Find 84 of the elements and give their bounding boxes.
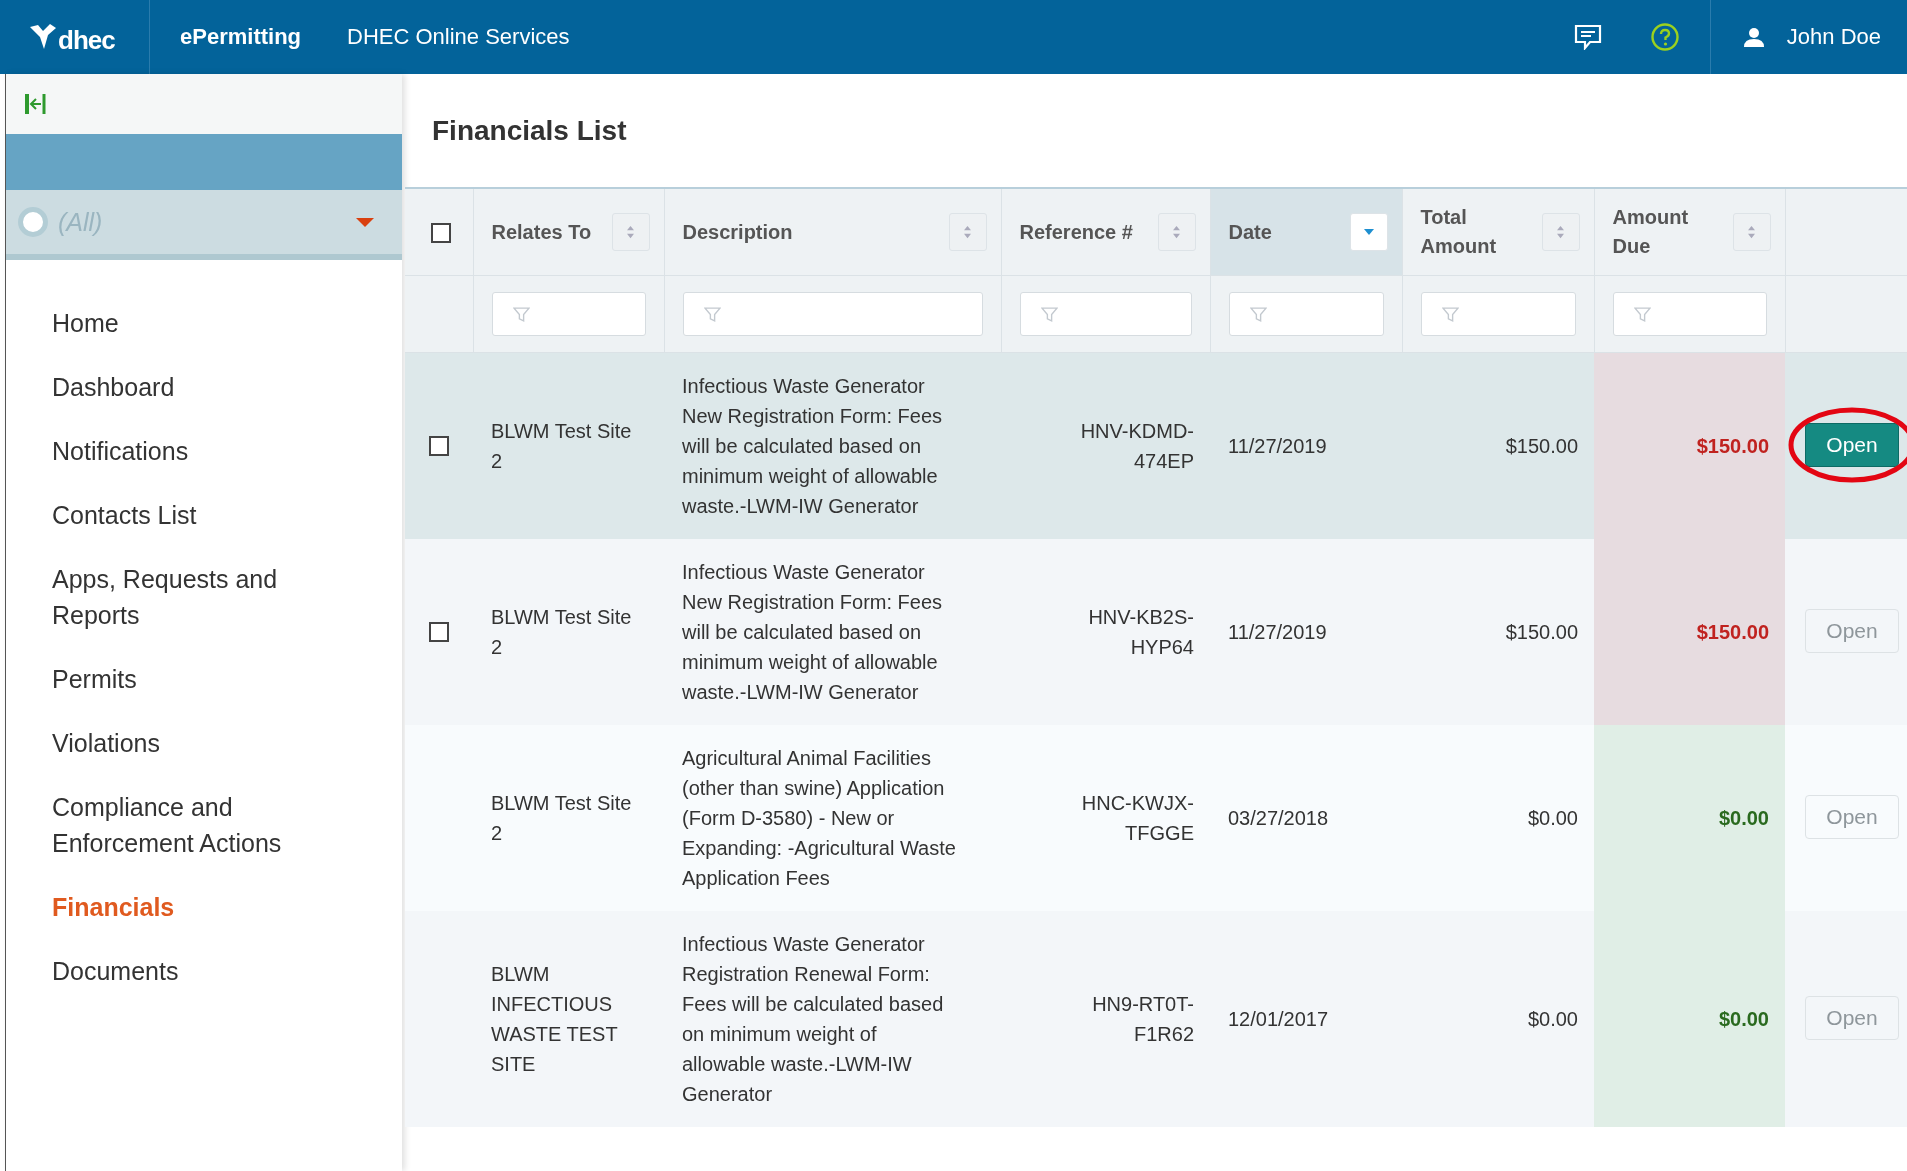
open-button[interactable]: Open [1805, 423, 1899, 467]
nav-item[interactable]: Financials [52, 878, 352, 942]
nav-item[interactable]: Compliance and Enforcement Actions [52, 778, 352, 878]
table-cell: 12/01/2017 [1210, 911, 1402, 1127]
app-name[interactable]: ePermitting [180, 24, 302, 50]
user-name[interactable]: John Doe [1786, 24, 1881, 50]
table-cell: BLWM Test Site 2 [473, 539, 664, 725]
table-cell: 03/27/2018 [1210, 725, 1402, 911]
radio-icon [18, 207, 48, 237]
table-cell: Agricultural Animal Facilities (other than swine) Application (Form D-3580) - New or Expanding: -Agricultural Waste Application Fees [664, 725, 1001, 911]
table-row[interactable]: BLWM Test Site 2 Infectious Waste Generator New Registration Form: Fees will be calculated based on minimum weight of allowable waste.-LWM-IW Generator HNV-KB2S-HYP64 11/27/2019 $150.00 $150.00 Open [405, 539, 1907, 725]
sort-icon [626, 225, 635, 239]
header-label: Description [682, 219, 794, 245]
select-all-checkbox[interactable] [430, 223, 451, 244]
header-label: Relates To [491, 219, 593, 245]
filter-field[interactable] [682, 292, 983, 336]
help-icon[interactable] [1649, 22, 1680, 52]
chat-icon[interactable] [1573, 24, 1602, 50]
filter-field[interactable] [1019, 292, 1192, 336]
row-checkbox[interactable] [429, 622, 449, 642]
filter-icon [1633, 305, 1651, 323]
filter-field[interactable] [491, 292, 646, 336]
logo-text: dhec [58, 24, 115, 56]
sort-button[interactable] [1732, 213, 1771, 251]
filter-icon [703, 305, 721, 323]
nav-item[interactable]: Apps, Requests and Reports [52, 550, 352, 650]
table-cell: BLWM Test Site 2 [473, 352, 664, 539]
filter-icon [1441, 305, 1459, 323]
table-cell: $0.00 [1594, 725, 1785, 911]
table-cell: $0.00 [1594, 911, 1785, 1127]
row-checkbox[interactable] [429, 436, 449, 456]
table-cell: $150.00 [1402, 352, 1594, 539]
table-cell: HN9-RT0T-F1R62 [1001, 911, 1210, 1127]
nav-item[interactable]: Violations [52, 714, 352, 778]
table-row[interactable]: BLWM Test Site 2 Infectious Waste Generator New Registration Form: Fees will be calculated based on minimum weight of allowable waste.-LWM-IW Generator HNV-KDMD-474EP 11/27/2019 $150.00 $150.00 Open [405, 352, 1907, 539]
filter-field[interactable] [1612, 292, 1767, 336]
sort-button[interactable] [611, 213, 650, 251]
table-cell: Infectious Waste Generator Registration Renewal Form: Fees will be calculated based on minimum weight of allowable waste.-LWM-IW Generator [664, 911, 1001, 1127]
nav-item[interactable]: Dashboard [52, 358, 352, 422]
filter-icon [1040, 305, 1058, 323]
site-name-link[interactable]: DHEC Online Services [347, 24, 570, 50]
table-row[interactable] [405, 911, 1907, 1127]
sort-button[interactable] [1541, 213, 1580, 251]
caret-icon [1363, 229, 1374, 235]
header-label: Amount Due [1612, 205, 1690, 259]
filter-field[interactable] [1228, 292, 1384, 336]
sort-icon [1747, 225, 1756, 239]
nav-item[interactable]: Contacts List [52, 486, 352, 550]
header-label: Total Amount [1420, 205, 1498, 259]
table-cell: HNV-KDMD-474EP [1001, 352, 1210, 539]
sort-icon [1556, 225, 1565, 239]
user-icon[interactable] [1742, 26, 1765, 48]
nav-item[interactable]: Home [52, 294, 352, 358]
caret-icon [356, 217, 374, 227]
filter-field[interactable] [1420, 292, 1576, 336]
table-cell: HNV-KB2S-HYP64 [1001, 539, 1210, 725]
table-cell: Infectious Waste Generator New Registration Form: Fees will be calculated based on minimum weight of allowable waste.-LWM-IW Generator [664, 539, 1001, 725]
header-label: Reference # [1019, 219, 1134, 245]
sort-button[interactable] [1157, 213, 1196, 251]
header-label: Date [1228, 219, 1273, 245]
collapse-icon[interactable] [24, 92, 48, 116]
filter-icon [512, 305, 530, 323]
table-cell: BLWM INFECTIOUS WASTE TEST SITE [473, 911, 664, 1127]
sort-button[interactable] [948, 213, 987, 251]
table-cell: $0.00 [1402, 911, 1594, 1127]
table-cell: $150.00 [1402, 539, 1594, 725]
page-title: Financials List [431, 113, 628, 148]
sort-icon [1172, 225, 1181, 239]
table-cell: BLWM Test Site 2 [473, 725, 664, 911]
table-cell: HNC-KWJX-TFGGE [1001, 725, 1210, 911]
bird-logo-icon [28, 23, 58, 51]
nav-item[interactable]: Permits [52, 650, 352, 714]
table-cell: Infectious Waste Generator New Registration Form: Fees will be calculated based on minimum weight of allowable waste.-LWM-IW Generator [664, 352, 1001, 539]
table-cell: 11/27/2019 [1210, 539, 1402, 725]
table-row[interactable]: BLWM Test Site 2 Agricultural Animal Facilities (other than swine) Application (Form D-3580) - New or Expanding: -Agricultural Waste Application Fees HNC-KWJX-TFGGE 03/27/2018 $0.00 $0.00 Open [405, 725, 1907, 911]
table-cell: $150.00 [1594, 539, 1785, 725]
sort-button[interactable] [1349, 213, 1388, 251]
sort-icon [963, 225, 972, 239]
table-cell: 11/27/2019 [1210, 352, 1402, 539]
filter-icon [1249, 305, 1267, 323]
table-cell: $150.00 [1594, 352, 1785, 539]
table-cell: $0.00 [1402, 725, 1594, 911]
nav-item[interactable]: Notifications [52, 422, 352, 486]
nav-item[interactable]: Documents [52, 942, 352, 1006]
